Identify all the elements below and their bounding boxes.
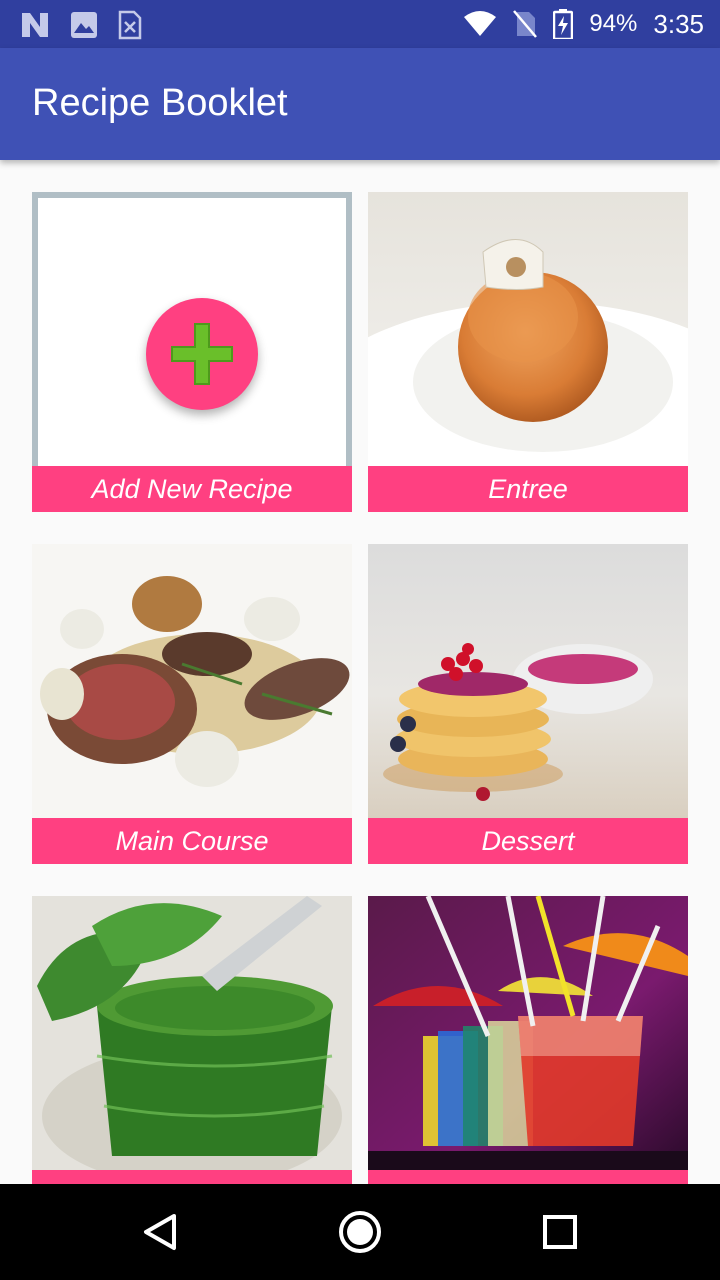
category-card-pesto[interactable]	[32, 896, 352, 1184]
image-notification-icon	[71, 12, 97, 38]
system-status: 94% 3:35	[463, 8, 704, 40]
app-bar: Recipe Booklet	[0, 48, 720, 160]
no-sim-icon	[513, 10, 538, 38]
entree-food-photo	[368, 192, 688, 466]
pesto-sauce-photo	[32, 896, 352, 1170]
document-notification-icon	[118, 10, 142, 40]
category-card-drinks[interactable]	[368, 896, 688, 1184]
status-bar: 94% 3:35	[0, 0, 720, 48]
clock: 3:35	[653, 8, 704, 39]
main-course-food-photo	[32, 544, 352, 818]
category-label-entree: Entree	[368, 466, 688, 512]
dessert-food-photo	[368, 544, 688, 818]
category-label-drinks	[368, 1170, 688, 1184]
category-card-entree[interactable]: Entree	[368, 192, 688, 512]
category-label-pesto	[32, 1170, 352, 1184]
category-label-main-course: Main Course	[32, 818, 352, 864]
add-recipe-button[interactable]	[146, 298, 258, 410]
n-notification-icon	[22, 13, 48, 37]
battery-percent: 94%	[589, 10, 638, 37]
system-navigation-bar	[0, 1184, 720, 1280]
recents-icon[interactable]	[536, 1208, 584, 1256]
category-label-dessert: Dessert	[368, 818, 688, 864]
wifi-icon	[464, 11, 497, 36]
category-card-main-course[interactable]: Main Course	[32, 544, 352, 864]
recipe-category-grid[interactable]: Add New Recipe Entree Main Course Desser…	[0, 160, 720, 1184]
add-new-recipe-card[interactable]: Add New Recipe	[32, 192, 352, 512]
category-card-dessert[interactable]: Dessert	[368, 544, 688, 864]
notification-icons	[20, 10, 142, 40]
battery-charging-icon	[553, 9, 574, 39]
cocktail-drinks-photo	[368, 896, 688, 1170]
app-title: Recipe Booklet	[32, 82, 288, 124]
add-recipe-card-body	[32, 192, 352, 466]
home-icon[interactable]	[336, 1208, 384, 1256]
plus-icon	[171, 323, 233, 385]
back-icon[interactable]	[136, 1208, 184, 1256]
add-new-recipe-label: Add New Recipe	[32, 466, 352, 512]
